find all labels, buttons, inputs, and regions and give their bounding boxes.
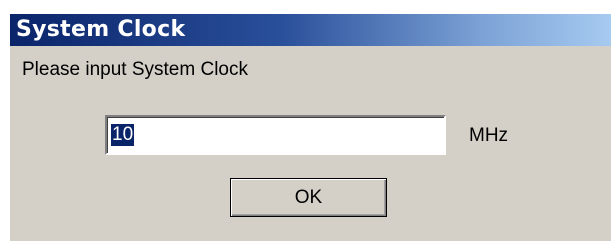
title-bar[interactable]: System Clock <box>10 14 611 46</box>
system-clock-dialog: System Clock Please input System Clock 1… <box>10 14 611 241</box>
prompt-label: Please input System Clock <box>22 59 248 80</box>
unit-label: MHz <box>469 125 509 146</box>
system-clock-input[interactable]: 10 <box>105 115 446 155</box>
system-clock-value: 10 <box>111 124 135 146</box>
ok-button[interactable]: OK <box>230 178 387 217</box>
dialog-title: System Clock <box>16 17 186 42</box>
